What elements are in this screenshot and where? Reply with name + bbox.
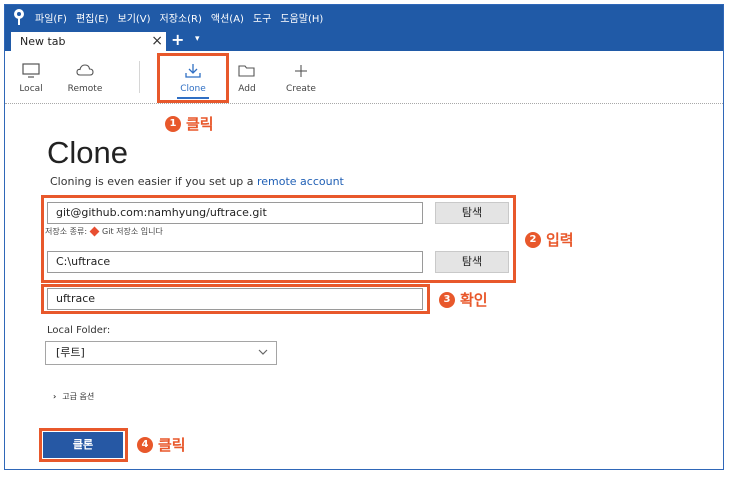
callout-number-3: 3	[439, 291, 455, 308]
menu-view[interactable]: 보기(V)	[118, 10, 151, 25]
plus-icon	[295, 65, 307, 77]
chevron-right-icon: ›	[53, 392, 57, 401]
callout-box-clone	[157, 53, 229, 103]
chevron-down-icon[interactable]: ▾	[195, 34, 200, 44]
callout-label-2: 2 입력	[525, 229, 574, 250]
toolbar-remote-label: Remote	[67, 84, 103, 94]
callout-text-1: 클릭	[186, 115, 214, 133]
callout-label-3: 3 확인	[439, 289, 488, 310]
callout-box-inputs	[41, 195, 516, 283]
callout-number-2: 2	[525, 231, 541, 248]
sourcetree-logo-icon	[14, 9, 24, 25]
title-bar: 파일(F) 편집(E) 보기(V) 저장소(R) 액션(A) 도구 도움말(H)	[5, 5, 723, 29]
add-tab-icon[interactable]: +	[171, 30, 184, 49]
callout-text-4: 클릭	[158, 436, 186, 454]
page-subtitle: Cloning is even easier if you set up a r…	[50, 175, 344, 188]
toolbar-create-label: Create	[286, 84, 316, 94]
callout-number-1: 1	[165, 115, 181, 132]
callout-box-clone-button	[39, 428, 128, 462]
toolbar-add-button[interactable]: Add	[229, 51, 265, 103]
callout-box-name	[41, 284, 430, 314]
local-folder-label: Local Folder:	[47, 325, 111, 336]
advanced-options-label: 고급 옵션	[62, 392, 95, 401]
cloud-icon	[76, 64, 94, 76]
tab-label: New tab	[20, 35, 66, 48]
toolbar-create-button[interactable]: Create	[281, 51, 321, 103]
folder-icon	[238, 65, 255, 77]
local-folder-select[interactable]: [루트]	[45, 341, 277, 365]
advanced-options-toggle[interactable]: › 고급 옵션	[53, 391, 94, 402]
menu-actions[interactable]: 액션(A)	[211, 10, 244, 25]
tab-new-tab[interactable]: New tab ×	[11, 32, 166, 51]
page-title: Clone	[47, 135, 128, 170]
tab-bar: New tab × + ▾	[5, 29, 723, 51]
toolbar-remote-button[interactable]: Remote	[65, 51, 105, 103]
menu-file[interactable]: 파일(F)	[35, 10, 67, 25]
menu-edit[interactable]: 편집(E)	[76, 10, 109, 25]
local-folder-value: [루트]	[56, 346, 85, 359]
menu-bar: 파일(F) 편집(E) 보기(V) 저장소(R) 액션(A) 도구 도움말(H)	[35, 5, 332, 29]
callout-label-4: 4 클릭	[137, 434, 186, 455]
menu-help[interactable]: 도움말(H)	[280, 10, 323, 25]
close-icon[interactable]: ×	[151, 33, 163, 49]
callout-text-3: 확인	[460, 291, 488, 309]
app-window: 파일(F) 편집(E) 보기(V) 저장소(R) 액션(A) 도구 도움말(H)…	[4, 4, 724, 470]
menu-tools[interactable]: 도구	[253, 10, 271, 25]
chevron-down-icon	[258, 349, 268, 355]
toolbar-add-label: Add	[238, 84, 256, 94]
toolbar-local-label: Local	[19, 84, 43, 94]
toolbar: Local Remote Clone Add Create	[5, 51, 723, 104]
callout-text-2: 입력	[546, 231, 574, 249]
monitor-icon	[22, 63, 40, 78]
toolbar-separator	[139, 61, 140, 93]
menu-repository[interactable]: 저장소(R)	[160, 10, 202, 25]
callout-number-4: 4	[137, 436, 153, 453]
subtitle-text: Cloning is even easier if you set up a	[50, 175, 257, 188]
callout-label-1: 1 클릭	[165, 113, 214, 134]
remote-account-link[interactable]: remote account	[257, 175, 344, 188]
toolbar-local-button[interactable]: Local	[13, 51, 49, 103]
